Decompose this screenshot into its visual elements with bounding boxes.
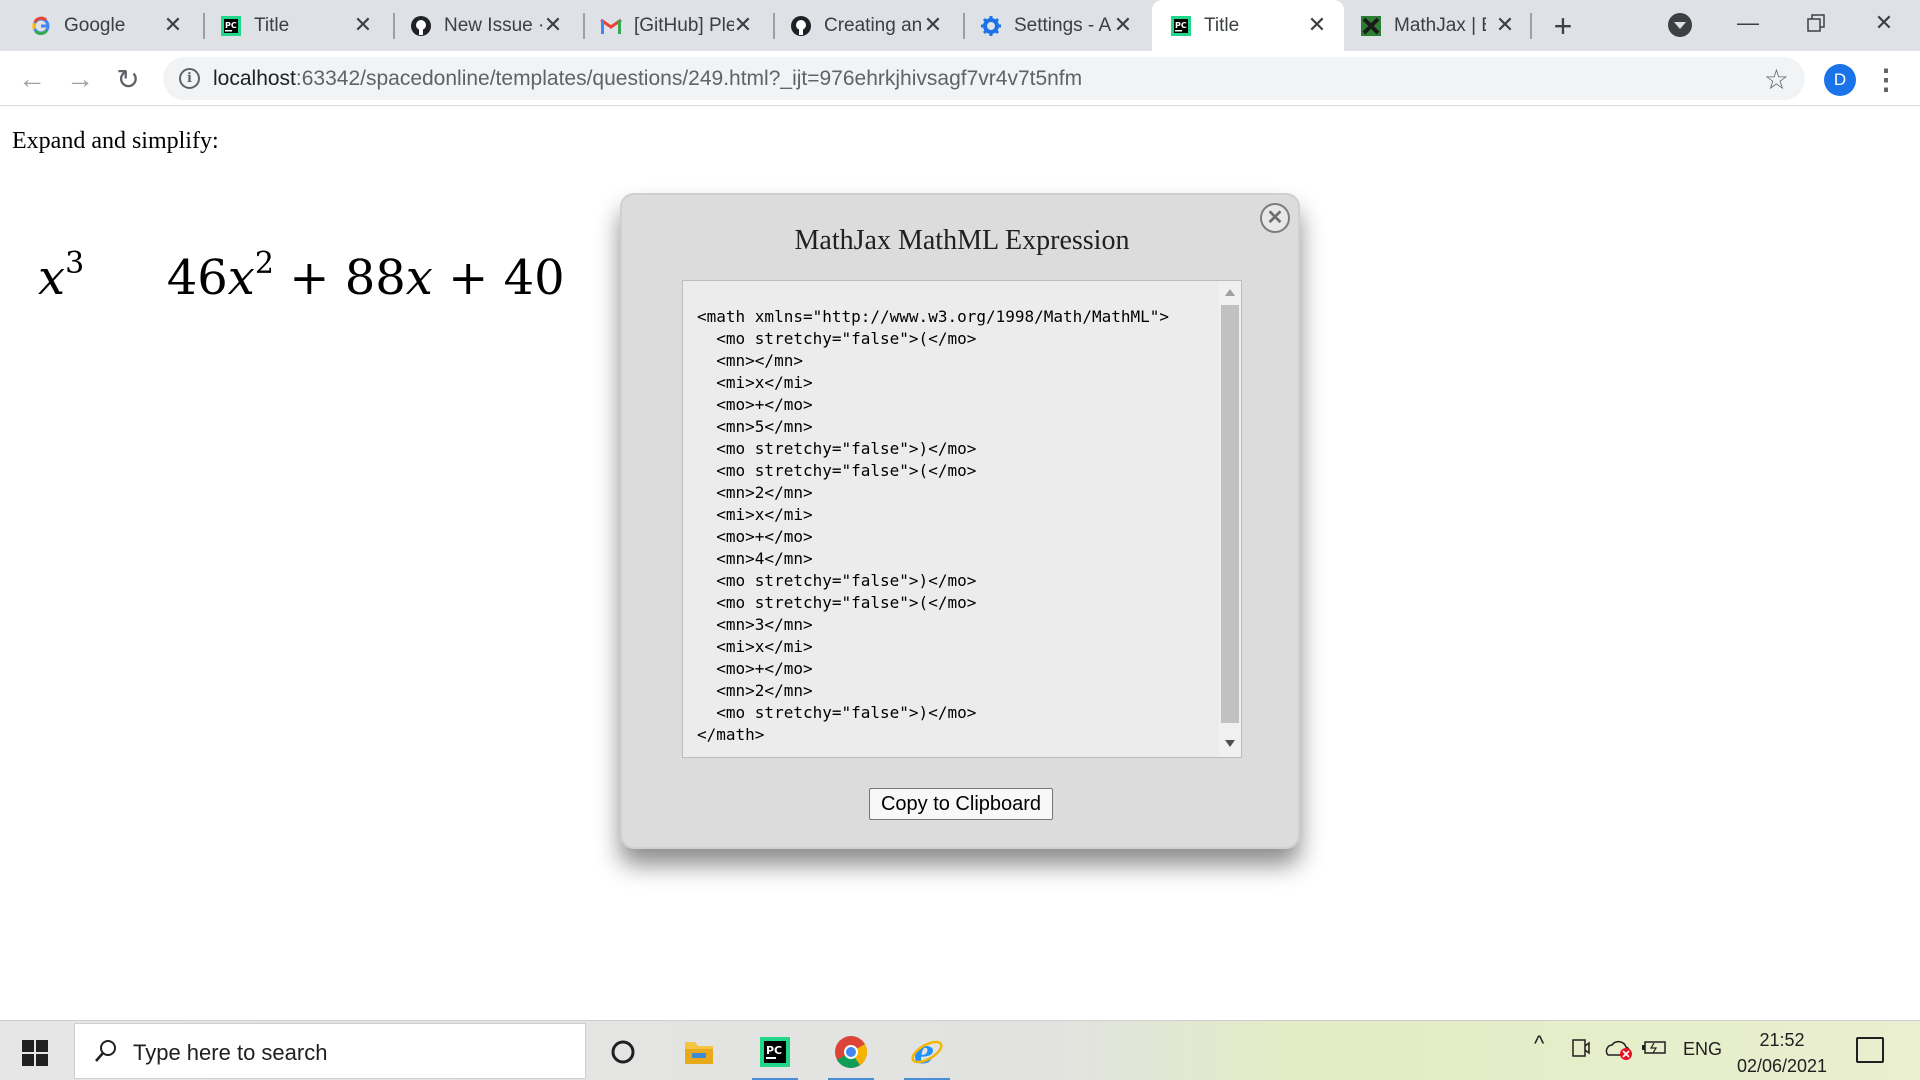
plus-sign: +: [448, 250, 489, 306]
address-bar[interactable]: i localhost:63342/spacedonline/templates…: [163, 57, 1805, 100]
tab-close-icon[interactable]: ✕: [350, 12, 376, 38]
scroll-thumb[interactable]: [1221, 305, 1239, 723]
battery-icon[interactable]: [1642, 1039, 1668, 1060]
tab-close-icon[interactable]: ✕: [730, 12, 756, 38]
browser-menu-icon[interactable]: ⋮: [1872, 62, 1900, 96]
tab-gmail[interactable]: [GitHub] Ple ✕: [570, 0, 770, 51]
svg-text:PC: PC: [1175, 21, 1187, 30]
internet-explorer-icon[interactable]: e: [904, 1029, 950, 1080]
window-close-icon[interactable]: ✕: [1854, 0, 1914, 45]
tab-title: Google: [64, 15, 126, 36]
tab-title: New Issue ·: [444, 15, 544, 36]
taskbar-search-placeholder: Type here to search: [133, 1040, 328, 1065]
tab-close-icon[interactable]: ✕: [1492, 12, 1518, 38]
term-46-var: x: [227, 250, 255, 306]
term-46-exponent: 2: [254, 246, 274, 281]
mathjax-icon: [1360, 15, 1382, 37]
tab-title: Title: [1204, 15, 1240, 36]
minimize-icon[interactable]: —: [1718, 0, 1778, 45]
tab-search-icon[interactable]: [1668, 13, 1692, 37]
term-88-var: x: [405, 250, 433, 306]
search-icon: [95, 1040, 116, 1062]
term-88-coefficient: 88: [344, 250, 406, 306]
tab-close-icon[interactable]: ✕: [920, 12, 946, 38]
tab-title-1[interactable]: PC Title ✕: [190, 0, 390, 51]
gear-icon: [980, 15, 1002, 37]
cortana-icon[interactable]: [600, 1029, 646, 1075]
notification-center-icon[interactable]: [1856, 1037, 1884, 1063]
tab-close-icon[interactable]: ✕: [1110, 12, 1136, 38]
clock-time: 21:52: [1759, 1030, 1805, 1050]
forward-icon[interactable]: →: [60, 59, 100, 99]
back-icon[interactable]: ←: [12, 59, 52, 99]
url-host: localhost: [213, 67, 296, 90]
svg-text:PC: PC: [766, 1044, 782, 1057]
clock-date: 02/06/2021: [1736, 1056, 1828, 1076]
onedrive-error-icon[interactable]: [1604, 1037, 1634, 1066]
term-x-cubed-exponent: 3: [65, 246, 85, 281]
term-40-constant: 40: [503, 250, 565, 306]
language-indicator[interactable]: ENG: [1683, 1039, 1722, 1060]
windows-start-icon[interactable]: [22, 1040, 48, 1066]
tab-separator: [1530, 13, 1532, 39]
github-icon: [410, 15, 432, 37]
question-prompt: Expand and simplify:: [12, 128, 219, 154]
chrome-taskbar-icon[interactable]: [828, 1029, 874, 1080]
google-icon: [30, 15, 52, 37]
plus-sign: +: [289, 250, 330, 306]
term-46-coefficient: 46: [166, 250, 228, 306]
meet-now-icon[interactable]: [1572, 1037, 1590, 1064]
windows-taskbar: Type here to search PC e ^ ENG 21:52 02/…: [0, 1020, 1920, 1080]
copy-to-clipboard-button[interactable]: Copy to Clipboard: [869, 788, 1053, 820]
github-icon: [790, 15, 812, 37]
info-icon[interactable]: i: [179, 68, 200, 89]
svg-text:PC: PC: [225, 21, 237, 30]
taskbar-clock[interactable]: 21:52 02/06/2021: [1728, 1027, 1836, 1079]
restore-icon[interactable]: [1786, 0, 1846, 45]
tab-mathjax[interactable]: MathJax | B ✕: [1328, 0, 1532, 51]
tab-close-icon[interactable]: ✕: [160, 12, 186, 38]
mathml-dialog: ✕ MathJax MathML Expression <math xmlns=…: [620, 193, 1300, 849]
code-scrollbar[interactable]: [1219, 281, 1241, 757]
tray-overflow-icon[interactable]: ^: [1534, 1031, 1544, 1057]
tab-close-icon[interactable]: ✕: [540, 12, 566, 38]
tab-strip: Google ✕ PC Title ✕ New Issue · ✕ [GitHu…: [0, 0, 1920, 51]
tab-title: Title: [254, 15, 290, 36]
scroll-up-arrow-icon[interactable]: [1225, 289, 1235, 296]
url-text[interactable]: localhost:63342/spacedonline/templates/q…: [213, 66, 1082, 92]
reload-icon[interactable]: ↻: [108, 59, 148, 99]
dialog-title: MathJax MathML Expression: [794, 225, 1130, 256]
pycharm-taskbar-icon[interactable]: PC: [752, 1029, 798, 1080]
pycharm-icon: PC: [1170, 15, 1192, 37]
tab-creating[interactable]: Creating an ✕: [760, 0, 960, 51]
tab-title: [GitHub] Ple: [634, 15, 734, 36]
tab-title: MathJax | B: [1394, 15, 1486, 36]
mathml-code-box[interactable]: <math xmlns="http://www.w3.org/1998/Math…: [682, 280, 1242, 758]
browser-toolbar: ← → ↻ i localhost:63342/spacedonline/tem…: [0, 51, 1920, 106]
tab-title: Creating an: [824, 15, 923, 36]
profile-avatar[interactable]: D: [1824, 64, 1856, 96]
new-tab-button[interactable]: +: [1548, 8, 1578, 44]
tab-new-issue[interactable]: New Issue · ✕: [380, 0, 580, 51]
pycharm-icon: PC: [220, 15, 242, 37]
bookmark-star-icon[interactable]: ☆: [1764, 63, 1789, 96]
term-x-cubed-var: x: [38, 250, 66, 306]
tab-title-active[interactable]: PC Title ✕: [1152, 0, 1344, 51]
file-explorer-icon[interactable]: [676, 1029, 722, 1075]
tab-google[interactable]: Google ✕: [0, 0, 200, 51]
gmail-icon: [600, 15, 622, 37]
tab-settings[interactable]: Settings - A ✕: [950, 0, 1150, 51]
url-path: :63342/spacedonline/templates/questions/…: [295, 67, 1083, 90]
tab-close-icon[interactable]: ✕: [1304, 12, 1330, 38]
tab-title: Settings - A: [1014, 15, 1112, 36]
mathml-code: <math xmlns="http://www.w3.org/1998/Math…: [697, 307, 1170, 744]
scroll-down-arrow-icon[interactable]: [1225, 740, 1235, 747]
math-expression: x3 46x2 + 88x + 40: [38, 246, 565, 306]
taskbar-search-box[interactable]: Type here to search: [74, 1023, 586, 1079]
